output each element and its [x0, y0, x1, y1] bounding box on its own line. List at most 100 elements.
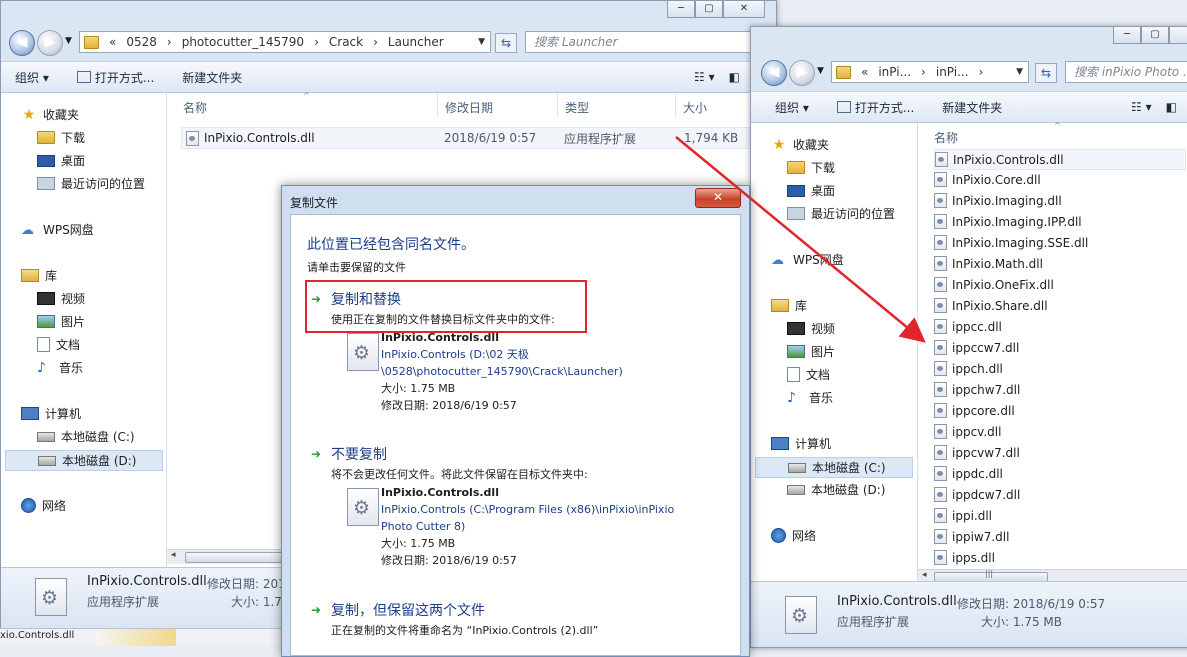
minimize-button[interactable]: ─ [667, 1, 695, 18]
scroll-left-icon[interactable]: ◂ [171, 550, 176, 560]
open-with-button[interactable]: 打开方式... [836, 99, 914, 116]
list-item[interactable]: InPixio.Imaging.IPP.dll [934, 212, 1184, 231]
column-name[interactable]: 名称 [934, 129, 958, 146]
preview-pane-icon[interactable]: ◧ [1166, 100, 1177, 114]
column-modified[interactable]: 修改日期 [445, 99, 493, 116]
nav-libraries[interactable]: 库 [21, 267, 57, 284]
list-item[interactable]: InPixio.OneFix.dll [934, 275, 1184, 294]
maximize-button[interactable]: ▢ [1141, 27, 1169, 44]
close-button[interactable]: ✕ [723, 1, 765, 18]
recent-pages-dropdown-icon[interactable]: ▼ [65, 36, 72, 46]
list-item[interactable]: InPixio.Core.dll [934, 170, 1184, 189]
list-item[interactable]: ippchw7.dll [934, 380, 1184, 399]
recent-pages-dropdown-icon[interactable]: ▼ [817, 66, 824, 76]
preview-pane-icon[interactable]: ◧ [729, 70, 740, 84]
maximize-button[interactable]: ▢ [695, 1, 723, 18]
breadcrumb-photocutter[interactable]: photocutter_145790 [182, 35, 304, 49]
list-item[interactable]: ippiw7.dll [934, 527, 1184, 546]
nav-recent[interactable]: 最近访问的位置 [37, 175, 145, 192]
forward-arrow-icon[interactable]: ▶ [789, 60, 815, 86]
nav-network[interactable]: 网络 [771, 527, 816, 544]
list-item[interactable]: ippdc.dll [934, 464, 1184, 483]
new-folder-button[interactable]: 新建文件夹 [942, 99, 1002, 116]
nav-drive-d[interactable]: 本地磁盘 (D:) [787, 481, 885, 498]
refresh-icon[interactable]: ⇆ [495, 33, 517, 53]
search-input[interactable]: 搜索 inPixio Photo ... [1065, 61, 1187, 83]
nav-music[interactable]: ♪ 音乐 [787, 389, 833, 406]
nav-documents[interactable]: 文档 [37, 336, 80, 353]
organize-button[interactable]: 组织 ▾ [775, 99, 809, 116]
column-size[interactable]: 大小 [683, 99, 707, 116]
list-item[interactable]: InPixio.Imaging.SSE.dll [934, 233, 1184, 252]
nav-documents[interactable]: 文档 [787, 366, 830, 383]
list-item[interactable]: InPixio.Share.dll [934, 296, 1184, 315]
open-with-icon [836, 100, 851, 113]
breadcrumb-inpixio-2[interactable]: inPi... [936, 65, 969, 79]
list-item[interactable]: ippcvw7.dll [934, 443, 1184, 462]
open-with-button[interactable]: 打开方式... [76, 69, 154, 86]
list-item[interactable]: ipps.dll [934, 548, 1184, 567]
list-item[interactable]: ippi.dll [934, 506, 1184, 525]
list-item[interactable]: InPixio.Math.dll [934, 254, 1184, 273]
nav-desktop[interactable]: 桌面 [787, 182, 835, 199]
back-arrow-icon[interactable]: ◀ [9, 30, 35, 56]
list-item[interactable]: ippcore.dll [934, 401, 1184, 420]
nav-network[interactable]: 网络 [21, 497, 66, 514]
view-options-icon[interactable]: ☷ ▾ [1131, 100, 1152, 114]
nav-drive-d[interactable]: 本地磁盘 (D:) [5, 450, 163, 471]
breadcrumb-overflow[interactable]: « [861, 65, 868, 79]
list-item[interactable]: ippch.dll [934, 359, 1184, 378]
address-bar[interactable]: « 0528 › photocutter_145790 › Crack › La… [79, 31, 491, 53]
dialog-close-button[interactable]: ✕ [695, 188, 741, 208]
nav-drive-c[interactable]: 本地磁盘 (C:) [37, 428, 135, 445]
nav-downloads[interactable]: 下载 [787, 159, 835, 176]
nav-downloads[interactable]: 下载 [37, 129, 85, 146]
nav-pictures[interactable]: 图片 [37, 313, 85, 330]
nav-favorites[interactable]: ★ 收藏夹 [21, 106, 79, 123]
list-item[interactable]: ippdcw7.dll [934, 485, 1184, 504]
search-input[interactable]: 搜索 Launcher [525, 31, 765, 53]
dont-copy-option[interactable]: ➜ 不要复制 将不会更改任何文件。将此文件保留在目标文件夹中: ⚙ InPixi… [311, 444, 731, 567]
back-arrow-icon[interactable]: ◀ [761, 60, 787, 86]
nav-videos[interactable]: 视频 [787, 320, 835, 337]
list-item[interactable]: ippccw7.dll [934, 338, 1184, 357]
column-name[interactable]: 名称 [183, 99, 207, 116]
breadcrumb-inpixio[interactable]: inPi... [878, 65, 911, 79]
refresh-icon[interactable]: ⇆ [1035, 63, 1057, 83]
scroll-left-icon[interactable]: ◂ [922, 570, 927, 580]
nav-videos[interactable]: 视频 [37, 290, 85, 307]
nav-pictures[interactable]: 图片 [787, 343, 835, 360]
table-row[interactable]: InPixio.Controls.dll 2018/6/19 0:57 应用程序… [181, 127, 763, 149]
breadcrumb-launcher[interactable]: Launcher [388, 35, 444, 49]
nav-wps[interactable]: ☁ WPS网盘 [21, 221, 94, 238]
nav-libraries[interactable]: 库 [771, 297, 807, 314]
taskbar-item-label[interactable]: xio.Controls.dll [0, 630, 74, 641]
nav-computer[interactable]: 计算机 [21, 405, 81, 422]
breadcrumb-overflow[interactable]: « [109, 35, 116, 49]
breadcrumb-0528[interactable]: 0528 [126, 35, 157, 49]
nav-desktop[interactable]: 桌面 [37, 152, 85, 169]
nav-drive-c[interactable]: 本地磁盘 (C:) [755, 457, 913, 478]
list-item[interactable]: ippcv.dll [934, 422, 1184, 441]
file-list-pane: 名称 ^ InPixio.Controls.dll InPixio.Core.dl… [918, 121, 1187, 584]
forward-arrow-icon[interactable]: ▶ [37, 30, 63, 56]
breadcrumb-crack[interactable]: Crack [329, 35, 363, 49]
organize-button[interactable]: 组织 ▾ [15, 69, 49, 86]
nav-computer[interactable]: 计算机 [771, 435, 831, 452]
minimize-button[interactable]: ─ [1113, 27, 1141, 44]
nav-wps[interactable]: ☁ WPS网盘 [771, 251, 844, 268]
new-folder-button[interactable]: 新建文件夹 [182, 69, 242, 86]
close-button[interactable]: ✕ [1169, 27, 1187, 44]
address-bar[interactable]: « inPi... › inPi... › ▼ [831, 61, 1029, 83]
view-options-icon[interactable]: ☷ ▾ [694, 70, 715, 84]
list-item[interactable]: InPixio.Controls.dll [934, 149, 1186, 170]
address-dropdown-icon[interactable]: ▼ [478, 37, 485, 47]
copy-keep-both-option[interactable]: ➜ 复制，但保留这两个文件 正在复制的文件将重命名为 “InPixio.Cont… [311, 600, 731, 640]
list-item[interactable]: InPixio.Imaging.dll [934, 191, 1184, 210]
nav-music[interactable]: ♪ 音乐 [37, 359, 83, 376]
address-dropdown-icon[interactable]: ▼ [1016, 67, 1023, 77]
column-type[interactable]: 类型 [565, 99, 589, 116]
list-item[interactable]: ippcc.dll [934, 317, 1184, 336]
nav-recent[interactable]: 最近访问的位置 [787, 205, 895, 222]
nav-favorites[interactable]: ★ 收藏夹 [771, 136, 829, 153]
